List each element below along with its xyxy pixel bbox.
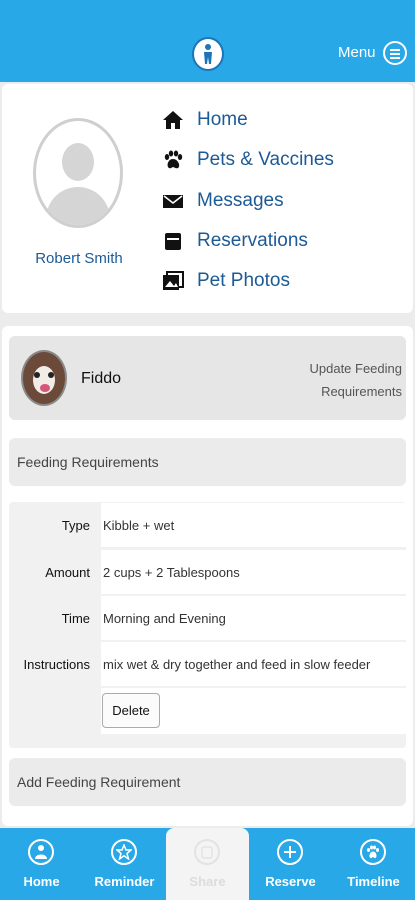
paw-icon [162, 149, 184, 171]
tab-reminder[interactable]: Reminder [83, 828, 166, 900]
paw-circle-icon [360, 839, 386, 865]
top-bar: Menu [0, 0, 415, 82]
house-icon [162, 109, 184, 131]
table-row: Type Kibble + wet [9, 503, 406, 547]
nav-item-label: Home [197, 109, 248, 130]
tab-share[interactable]: Share [166, 828, 249, 900]
pet-logo-icon[interactable] [192, 37, 224, 71]
tab-label: Share [189, 874, 226, 889]
menu-icon[interactable] [383, 41, 407, 65]
table-row: Amount 2 cups + 2 Tablespoons [9, 550, 406, 594]
delete-button[interactable]: Delete [102, 693, 160, 728]
calendar-icon [162, 230, 184, 252]
tab-label: Reminder [94, 874, 155, 889]
row-key: Instructions [23, 656, 90, 672]
row-key: Type [61, 517, 90, 533]
user-avatar [33, 118, 123, 228]
row-key: Time [61, 610, 90, 626]
table-row: Time Morning and Evening [9, 596, 406, 640]
home-circle-icon [28, 839, 54, 865]
nav-item-label: Pets & Vaccines [197, 149, 334, 170]
row-value: Kibble + wet [101, 503, 406, 547]
tab-label: Home [23, 874, 60, 889]
tab-label: Timeline [347, 874, 400, 889]
menu-label[interactable]: Menu [338, 44, 376, 61]
envelope-icon [162, 190, 184, 212]
tab-reserve[interactable]: Reserve [249, 828, 332, 900]
table-row: Instructions mix wet & dry together and … [9, 642, 406, 686]
photos-icon [162, 270, 184, 292]
feeding-section-title: Feeding Requirements [9, 438, 406, 486]
tab-home[interactable]: Home [0, 828, 83, 900]
row-value: 2 cups + 2 Tablespoons [101, 550, 406, 594]
add-feeding-requirement-button[interactable]: Add Feeding Requirement [9, 758, 406, 806]
user-name[interactable]: Robert Smith [20, 250, 138, 267]
nav-item-label: Messages [197, 190, 284, 211]
row-key: Amount [45, 564, 90, 580]
row-value: Morning and Evening [101, 596, 406, 640]
share-icon [194, 839, 220, 865]
nav-item-home[interactable]: Home [162, 106, 248, 134]
tab-label: Reserve [265, 874, 316, 889]
plus-icon [277, 839, 303, 865]
row-value: mix wet & dry together and feed in slow … [101, 642, 406, 686]
nav-item-messages[interactable]: Messages [162, 187, 284, 215]
tab-timeline[interactable]: Timeline [332, 828, 415, 900]
bottom-tab-bar: Home Reminder Share Reserve Timeline [0, 828, 415, 900]
nav-item-label: Reservations [197, 230, 308, 251]
nav-item-reservations[interactable]: Reservations [162, 227, 308, 255]
update-feeding-link[interactable]: Update Feeding Requirements [280, 357, 402, 403]
pet-avatar [21, 350, 67, 406]
nav-item-pets-vaccines[interactable]: Pets & Vaccines [162, 146, 334, 174]
nav-item-label: Pet Photos [197, 270, 290, 291]
star-icon [111, 839, 137, 865]
nav-item-pet-photos[interactable]: Pet Photos [162, 267, 290, 295]
pet-name: Fiddo [81, 370, 122, 387]
